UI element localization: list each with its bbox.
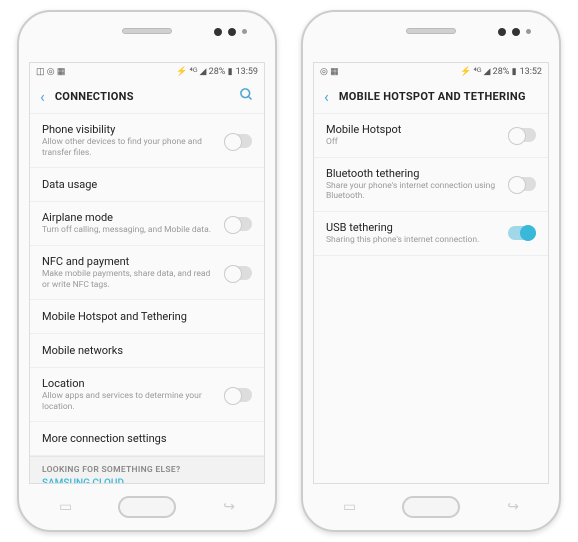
- toggle-usb-tethering[interactable]: [508, 226, 536, 240]
- item-mobile-hotspot[interactable]: Mobile Hotspot Off: [314, 114, 548, 158]
- footer-link-samsung-cloud[interactable]: SAMSUNG CLOUD: [42, 478, 252, 483]
- item-sub: Off: [326, 137, 500, 148]
- item-bluetooth-tethering[interactable]: Bluetooth tethering Share your phone's i…: [314, 158, 548, 212]
- item-sub: Allow apps and services to determine you…: [42, 391, 216, 412]
- header-bar: ‹ MOBILE HOTSPOT AND TETHERING: [314, 80, 548, 114]
- item-title: Data usage: [42, 178, 244, 191]
- item-title: Bluetooth tethering: [326, 167, 500, 180]
- item-title: Phone visibility: [42, 123, 216, 136]
- toggle-airplane-mode[interactable]: [224, 217, 252, 231]
- phone-right: ◎ ▦ ⚡ ⁴ᴳ ◢ 28% ▮ 13:52 ‹ MOBILE HOTSPOT …: [301, 10, 561, 532]
- speaker-grill: [122, 28, 172, 34]
- status-right-icons: ⚡ ⁴ᴳ ◢ 28% ▮: [460, 66, 516, 77]
- home-button[interactable]: [402, 496, 460, 518]
- toggle-location[interactable]: [224, 388, 252, 402]
- item-sub: Turn off calling, messaging, and Mobile …: [42, 225, 216, 236]
- item-sub: Sharing this phone's internet connection…: [326, 235, 500, 246]
- status-time: 13:59: [236, 67, 258, 77]
- item-usb-tethering[interactable]: USB tethering Sharing this phone's inter…: [314, 212, 548, 256]
- item-nfc-payment[interactable]: NFC and payment Make mobile payments, sh…: [30, 246, 264, 300]
- screen: ◫ ◎ ▦ ⚡ ⁴ᴳ ◢ 28% ▮ 13:59 ‹ CONNECTIONS P…: [29, 62, 265, 484]
- status-bar: ◫ ◎ ▦ ⚡ ⁴ᴳ ◢ 28% ▮ 13:59: [30, 63, 264, 80]
- back-button[interactable]: ‹: [40, 87, 45, 106]
- status-bar: ◎ ▦ ⚡ ⁴ᴳ ◢ 28% ▮ 13:52: [314, 63, 548, 80]
- item-data-usage[interactable]: Data usage: [30, 168, 264, 202]
- phone-bezel-top: [19, 12, 275, 62]
- item-title: Airplane mode: [42, 211, 216, 224]
- search-icon[interactable]: [239, 87, 254, 106]
- toggle-mobile-hotspot[interactable]: [508, 128, 536, 142]
- item-airplane-mode[interactable]: Airplane mode Turn off calling, messagin…: [30, 202, 264, 246]
- toggle-phone-visibility[interactable]: [224, 134, 252, 148]
- item-title: USB tethering: [326, 221, 500, 234]
- settings-list[interactable]: Mobile Hotspot Off Bluetooth tethering S…: [314, 114, 548, 483]
- toggle-nfc[interactable]: [224, 266, 252, 280]
- item-location[interactable]: Location Allow apps and services to dete…: [30, 368, 264, 422]
- page-title: MOBILE HOTSPOT AND TETHERING: [339, 90, 538, 103]
- item-mobile-networks[interactable]: Mobile networks: [30, 334, 264, 368]
- item-title: NFC and payment: [42, 255, 216, 268]
- item-more-settings[interactable]: More connection settings: [30, 422, 264, 456]
- item-title: More connection settings: [42, 432, 244, 445]
- status-right: ⚡ ⁴ᴳ ◢ 28% ▮ 13:52: [460, 66, 542, 77]
- settings-list[interactable]: Phone visibility Allow other devices to …: [30, 114, 264, 483]
- sensors: [498, 28, 531, 36]
- item-phone-visibility[interactable]: Phone visibility Allow other devices to …: [30, 114, 264, 168]
- item-title: Mobile networks: [42, 344, 244, 357]
- phone-left: ◫ ◎ ▦ ⚡ ⁴ᴳ ◢ 28% ▮ 13:59 ‹ CONNECTIONS P…: [17, 10, 277, 532]
- item-title: Location: [42, 377, 216, 390]
- back-hw-button[interactable]: ↪: [223, 499, 235, 515]
- item-title: Mobile Hotspot and Tethering: [42, 310, 244, 323]
- status-left-icons: ◫ ◎ ▦: [36, 67, 65, 77]
- toggle-bluetooth-tethering[interactable]: [508, 177, 536, 191]
- item-title: Mobile Hotspot: [326, 123, 500, 136]
- phone-bezel-bottom: ▭ ↪: [303, 484, 559, 530]
- status-time: 13:52: [520, 67, 542, 77]
- phone-bezel-top: [303, 12, 559, 62]
- home-button[interactable]: [118, 496, 176, 518]
- item-sub: Make mobile payments, share data, and re…: [42, 269, 216, 290]
- status-right: ⚡ ⁴ᴳ ◢ 28% ▮ 13:59: [176, 66, 258, 77]
- sensors: [214, 28, 247, 36]
- back-button[interactable]: ‹: [324, 87, 329, 106]
- back-hw-button[interactable]: ↪: [507, 499, 519, 515]
- phone-bezel-bottom: ▭ ↪: [19, 484, 275, 530]
- item-hotspot-tethering[interactable]: Mobile Hotspot and Tethering: [30, 300, 264, 334]
- status-right-icons: ⚡ ⁴ᴳ ◢ 28% ▮: [176, 66, 232, 77]
- page-title: CONNECTIONS: [55, 90, 239, 103]
- recents-button[interactable]: ▭: [343, 499, 356, 515]
- item-sub: Allow other devices to find your phone a…: [42, 137, 216, 158]
- recents-button[interactable]: ▭: [59, 499, 72, 515]
- status-left-icons: ◎ ▦: [320, 67, 339, 77]
- footer-section: LOOKING FOR SOMETHING ELSE? SAMSUNG CLOU…: [30, 456, 264, 483]
- header-bar: ‹ CONNECTIONS: [30, 80, 264, 114]
- screen: ◎ ▦ ⚡ ⁴ᴳ ◢ 28% ▮ 13:52 ‹ MOBILE HOTSPOT …: [313, 62, 549, 484]
- item-sub: Share your phone's internet connection u…: [326, 181, 500, 202]
- speaker-grill: [406, 28, 456, 34]
- footer-label: LOOKING FOR SOMETHING ELSE?: [42, 465, 252, 475]
